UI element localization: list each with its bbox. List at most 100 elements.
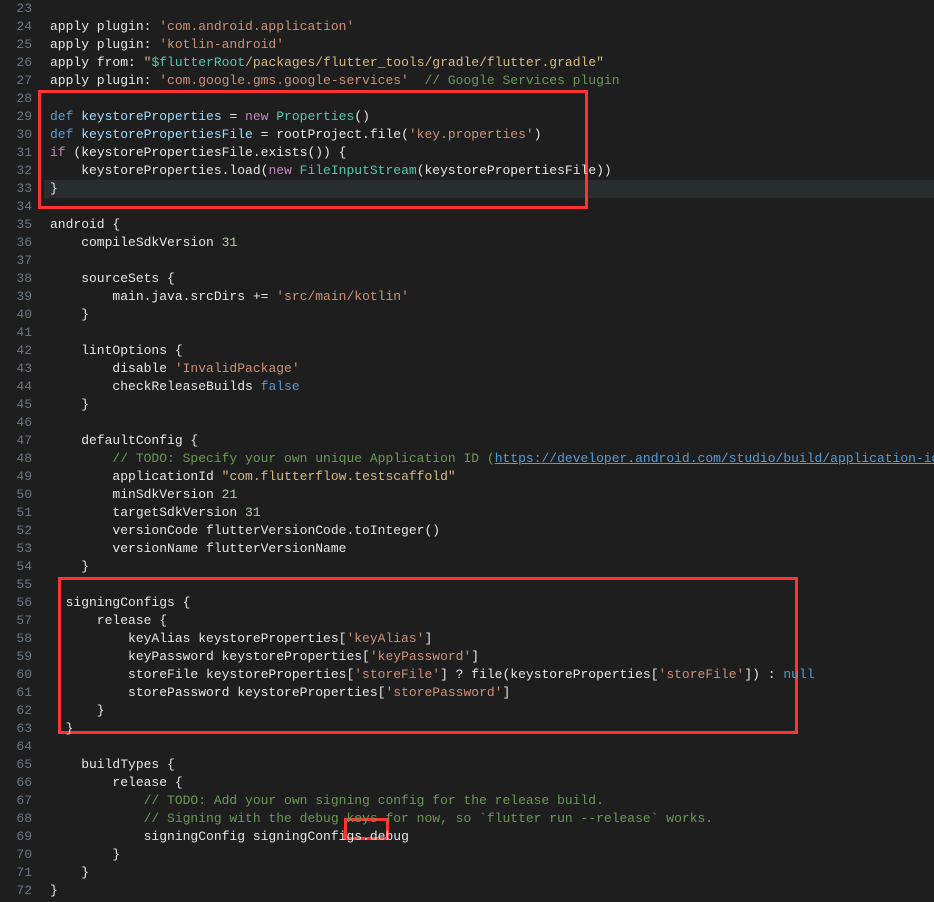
line-number: 36 <box>0 234 32 252</box>
code-line[interactable]: // Signing with the debug keys for now, … <box>50 810 934 828</box>
code-line[interactable]: } <box>50 720 934 738</box>
code-line[interactable]: lintOptions { <box>50 342 934 360</box>
code-line[interactable]: keyPassword keystoreProperties['keyPassw… <box>50 648 934 666</box>
line-number: 59 <box>0 648 32 666</box>
line-number: 50 <box>0 486 32 504</box>
line-number: 70 <box>0 846 32 864</box>
code-line[interactable]: apply plugin: 'com.google.gms.google-ser… <box>50 72 934 90</box>
line-number: 24 <box>0 18 32 36</box>
code-line[interactable]: release { <box>50 774 934 792</box>
code-line[interactable]: // TODO: Specify your own unique Applica… <box>50 450 934 468</box>
line-number: 66 <box>0 774 32 792</box>
code-line[interactable]: signingConfigs { <box>50 594 934 612</box>
line-number: 35 <box>0 216 32 234</box>
code-line[interactable]: } <box>50 180 934 198</box>
code-line[interactable]: } <box>50 306 934 324</box>
code-line[interactable]: } <box>50 846 934 864</box>
line-number: 57 <box>0 612 32 630</box>
code-line[interactable]: defaultConfig { <box>50 432 934 450</box>
line-number-gutter: 23 24 25 26 27 28 29 30 31 32 33 34 35 3… <box>0 0 44 902</box>
line-number: 37 <box>0 252 32 270</box>
code-line[interactable]: apply plugin: 'com.android.application' <box>50 18 934 36</box>
line-number: 61 <box>0 684 32 702</box>
code-line[interactable]: apply plugin: 'kotlin-android' <box>50 36 934 54</box>
line-number: 49 <box>0 468 32 486</box>
code-line[interactable]: targetSdkVersion 31 <box>50 504 934 522</box>
line-number: 68 <box>0 810 32 828</box>
line-number: 45 <box>0 396 32 414</box>
line-number: 65 <box>0 756 32 774</box>
code-line[interactable] <box>50 414 934 432</box>
line-number: 43 <box>0 360 32 378</box>
code-line[interactable]: } <box>50 864 934 882</box>
line-number: 55 <box>0 576 32 594</box>
line-number: 51 <box>0 504 32 522</box>
line-number: 31 <box>0 144 32 162</box>
code-line[interactable]: buildTypes { <box>50 756 934 774</box>
line-number: 67 <box>0 792 32 810</box>
line-number: 34 <box>0 198 32 216</box>
line-number: 64 <box>0 738 32 756</box>
line-number: 32 <box>0 162 32 180</box>
line-number: 38 <box>0 270 32 288</box>
code-line[interactable]: keyAlias keystoreProperties['keyAlias'] <box>50 630 934 648</box>
code-line[interactable] <box>50 0 934 18</box>
code-line[interactable]: // TODO: Add your own signing config for… <box>50 792 934 810</box>
code-line[interactable]: } <box>50 558 934 576</box>
code-line[interactable] <box>50 198 934 216</box>
line-number: 56 <box>0 594 32 612</box>
line-number: 60 <box>0 666 32 684</box>
code-line[interactable]: checkReleaseBuilds false <box>50 378 934 396</box>
line-number: 62 <box>0 702 32 720</box>
line-number: 29 <box>0 108 32 126</box>
code-line[interactable]: keystoreProperties.load(new FileInputStr… <box>50 162 934 180</box>
code-line[interactable] <box>50 576 934 594</box>
code-line[interactable]: signingConfig signingConfigs.debug <box>50 828 934 846</box>
code-line[interactable]: disable 'InvalidPackage' <box>50 360 934 378</box>
code-line[interactable] <box>50 90 934 108</box>
code-line[interactable] <box>50 252 934 270</box>
url-link[interactable]: https://developer.android.com/studio/bui… <box>495 451 934 466</box>
line-number: 44 <box>0 378 32 396</box>
code-line[interactable]: release { <box>50 612 934 630</box>
line-number: 46 <box>0 414 32 432</box>
line-number: 63 <box>0 720 32 738</box>
code-line[interactable]: if (keystorePropertiesFile.exists()) { <box>50 144 934 162</box>
line-number: 47 <box>0 432 32 450</box>
line-number: 26 <box>0 54 32 72</box>
code-line[interactable] <box>50 324 934 342</box>
code-line[interactable]: storePassword keystoreProperties['storeP… <box>50 684 934 702</box>
line-number: 39 <box>0 288 32 306</box>
code-line[interactable]: minSdkVersion 21 <box>50 486 934 504</box>
line-number: 53 <box>0 540 32 558</box>
code-editor[interactable]: 23 24 25 26 27 28 29 30 31 32 33 34 35 3… <box>0 0 934 902</box>
line-number: 54 <box>0 558 32 576</box>
code-line[interactable]: main.java.srcDirs += 'src/main/kotlin' <box>50 288 934 306</box>
code-line[interactable]: versionName flutterVersionName <box>50 540 934 558</box>
line-number: 40 <box>0 306 32 324</box>
line-number: 25 <box>0 36 32 54</box>
code-line[interactable]: def keystorePropertiesFile = rootProject… <box>50 126 934 144</box>
code-line[interactable]: } <box>50 882 934 900</box>
line-number: 42 <box>0 342 32 360</box>
line-number: 71 <box>0 864 32 882</box>
code-line[interactable]: versionCode flutterVersionCode.toInteger… <box>50 522 934 540</box>
line-number: 27 <box>0 72 32 90</box>
line-number: 52 <box>0 522 32 540</box>
line-number: 41 <box>0 324 32 342</box>
code-line[interactable]: sourceSets { <box>50 270 934 288</box>
code-line[interactable]: } <box>50 396 934 414</box>
code-line[interactable]: storeFile keystoreProperties['storeFile'… <box>50 666 934 684</box>
code-content[interactable]: apply plugin: 'com.android.application' … <box>44 0 934 902</box>
code-line[interactable]: android { <box>50 216 934 234</box>
line-number: 69 <box>0 828 32 846</box>
code-line[interactable]: def keystoreProperties = new Properties(… <box>50 108 934 126</box>
line-number: 72 <box>0 882 32 900</box>
code-line[interactable]: } <box>50 702 934 720</box>
code-line[interactable]: apply from: "$flutterRoot/packages/flutt… <box>50 54 934 72</box>
line-number: 48 <box>0 450 32 468</box>
line-number: 30 <box>0 126 32 144</box>
code-line[interactable]: applicationId "com.flutterflow.testscaff… <box>50 468 934 486</box>
code-line[interactable] <box>50 738 934 756</box>
code-line[interactable]: compileSdkVersion 31 <box>50 234 934 252</box>
